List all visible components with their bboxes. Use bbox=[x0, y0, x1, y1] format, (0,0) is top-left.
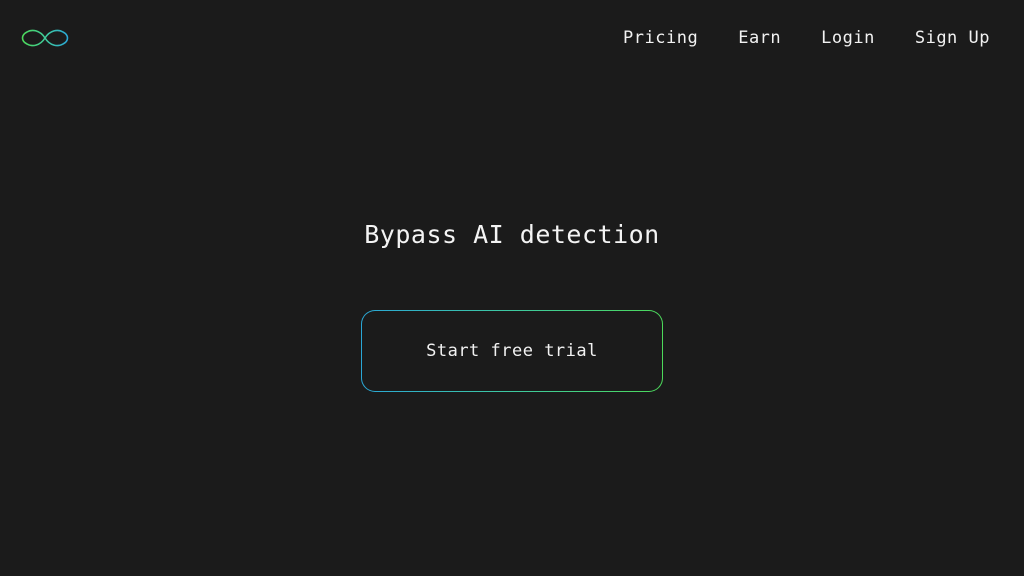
landing-page: Pricing Earn Login Sign Up Bypass AI det… bbox=[0, 0, 1024, 576]
nav-link-pricing[interactable]: Pricing bbox=[623, 28, 698, 48]
nav-link-sign-up[interactable]: Sign Up bbox=[915, 28, 990, 48]
infinity-icon[interactable] bbox=[20, 25, 70, 51]
start-free-trial-button[interactable]: Start free trial bbox=[361, 310, 663, 392]
top-nav: Pricing Earn Login Sign Up bbox=[623, 28, 990, 48]
nav-link-login[interactable]: Login bbox=[821, 28, 875, 48]
start-free-trial-button-inner[interactable]: Start free trial bbox=[362, 311, 662, 391]
start-free-trial-label: Start free trial bbox=[426, 341, 598, 361]
hero-title: Bypass AI detection bbox=[364, 220, 660, 249]
nav-link-earn[interactable]: Earn bbox=[738, 28, 781, 48]
